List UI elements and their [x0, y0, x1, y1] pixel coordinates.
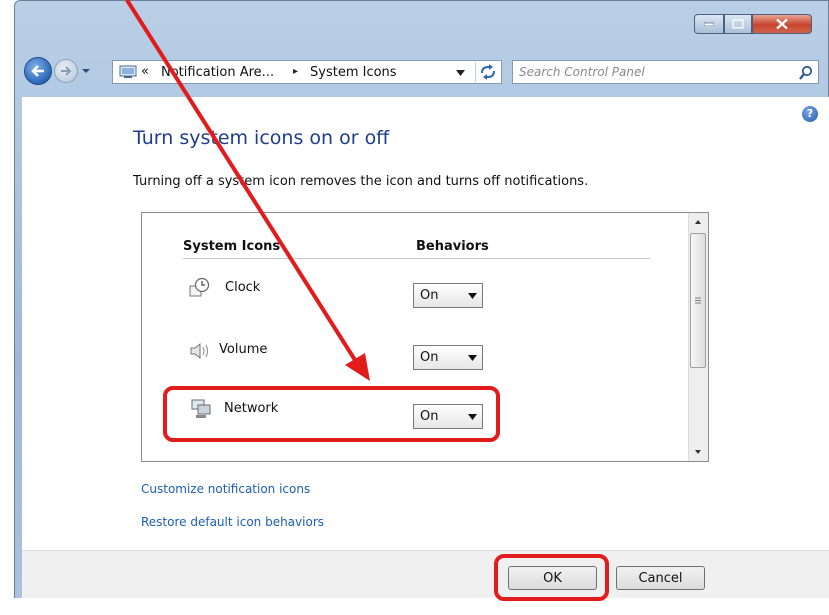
breadcrumb-notification-area[interactable]: Notification Are... [161, 65, 274, 80]
address-overflow-chevron[interactable]: « [141, 64, 149, 79]
chevron-down-icon [468, 293, 477, 299]
forward-button[interactable] [54, 59, 78, 83]
cancel-button[interactable]: Cancel [616, 566, 705, 590]
volume-icon [190, 342, 208, 360]
behavior-select-clock[interactable]: On [413, 283, 483, 308]
customize-notification-icons-link[interactable]: Customize notification icons [141, 482, 310, 496]
scroll-grip-icon [695, 297, 701, 304]
search-box[interactable] [512, 60, 819, 84]
maximize-icon [732, 19, 744, 29]
row-label-volume: Volume [219, 342, 268, 357]
address-dropdown-icon[interactable] [456, 70, 465, 76]
header-divider [183, 258, 650, 259]
refresh-button[interactable] [475, 62, 498, 82]
dialog-footer [22, 550, 829, 600]
page-title: Turn system icons on or off [133, 127, 390, 149]
maximize-button[interactable] [724, 14, 752, 34]
back-arrow-icon [31, 65, 44, 77]
chevron-down-icon [468, 355, 477, 361]
help-icon[interactable]: ? [802, 106, 818, 122]
column-header-behaviors: Behaviors [416, 239, 489, 254]
back-button[interactable] [24, 57, 52, 85]
column-header-system-icons: System Icons [183, 239, 281, 254]
behavior-value-volume: On [420, 350, 439, 365]
forward-arrow-icon [61, 66, 72, 76]
restore-default-icon-behaviors-link[interactable]: Restore default icon behaviors [141, 515, 324, 529]
ok-button-highlight [494, 554, 609, 601]
behavior-value-clock: On [420, 288, 439, 303]
clock-icon [189, 277, 210, 297]
page-description: Turning off a system icon removes the ic… [133, 174, 589, 189]
caption-buttons [694, 14, 818, 36]
search-icon[interactable] [798, 65, 814, 81]
search-input[interactable] [519, 62, 779, 82]
minimize-button[interactable] [694, 14, 724, 34]
close-button[interactable] [752, 14, 812, 34]
network-row-highlight [163, 386, 500, 442]
row-label-clock: Clock [225, 280, 261, 295]
control-panel-icon [119, 65, 137, 78]
recent-pages-dropdown-icon[interactable] [81, 66, 91, 76]
minimize-icon [704, 22, 714, 26]
breadcrumb-separator[interactable]: ▸ [293, 66, 298, 77]
scroll-down-arrow-icon[interactable] [688, 444, 708, 460]
refresh-icon [481, 64, 495, 80]
scroll-up-arrow-icon[interactable] [688, 214, 708, 230]
behavior-select-volume[interactable]: On [413, 345, 483, 370]
close-icon [776, 18, 788, 30]
address-bar[interactable]: « Notification Are... ▸ System Icons [112, 60, 502, 84]
scrollbar-thumb[interactable] [690, 233, 706, 368]
breadcrumb-system-icons[interactable]: System Icons [310, 65, 397, 80]
bottom-strip [0, 598, 829, 615]
